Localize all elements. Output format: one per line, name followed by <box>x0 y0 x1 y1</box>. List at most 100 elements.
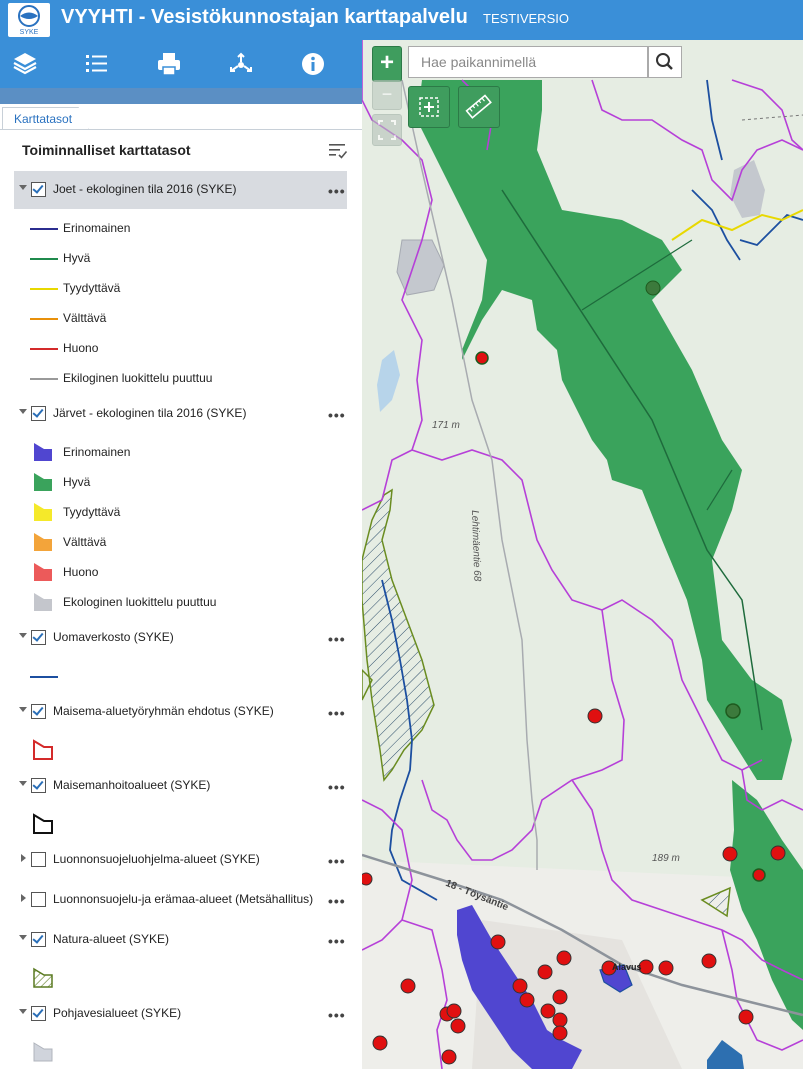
layers-icon[interactable] <box>9 48 41 80</box>
layer-options-button[interactable]: ••• <box>328 407 346 423</box>
layer-checkbox[interactable] <box>31 704 46 719</box>
layer-checkbox[interactable] <box>31 852 46 867</box>
layer-checkbox[interactable] <box>31 406 46 421</box>
draw-tool-button[interactable] <box>408 86 450 128</box>
legend-label: Tyydyttävä <box>63 505 121 519</box>
elevation-label: 189 m <box>652 853 680 864</box>
legend-line-swatch <box>30 258 58 260</box>
section-title: Toiminnalliset karttatasot <box>22 142 191 158</box>
layer-options-button[interactable]: ••• <box>328 631 346 647</box>
layer-row-maisemanhoito[interactable]: Maisemanhoitoalueet (SYKE) ••• <box>14 767 347 805</box>
expand-arrow[interactable] <box>21 854 26 862</box>
layer-name: Luonnonsuojelu-ja erämaa-alueet (Metsäha… <box>53 892 314 906</box>
zoom-in-label: + <box>379 49 394 76</box>
layer-checkbox[interactable] <box>31 1006 46 1021</box>
legend-line-swatch <box>30 318 58 320</box>
grey-polygon-icon <box>33 1042 53 1062</box>
legend-label: Hyvä <box>63 475 91 489</box>
collapse-arrow[interactable] <box>19 707 27 712</box>
collapse-arrow[interactable] <box>19 185 27 190</box>
collapse-arrow[interactable] <box>19 935 27 940</box>
layer-row-pohjavesialueet[interactable]: Pohjavesialueet (SYKE) ••• <box>14 995 347 1033</box>
red-outline-polygon-icon <box>33 739 53 760</box>
panel-toolbar <box>0 40 362 88</box>
elevation-label: 171 m <box>432 420 460 431</box>
layer-options-button[interactable]: ••• <box>328 183 346 199</box>
share-icon[interactable] <box>225 48 257 80</box>
legend-label: Tyydyttävä <box>63 281 121 295</box>
ruler-icon <box>465 94 492 119</box>
tab-karttatasot[interactable]: Karttatasot <box>2 107 90 130</box>
layer-name: Pohjavesialueet (SYKE) <box>53 1006 182 1020</box>
print-icon[interactable] <box>153 48 185 80</box>
layer-options-button[interactable]: ••• <box>328 933 346 949</box>
tab-underline <box>0 129 362 130</box>
layer-row-uomaverkosto[interactable]: Uomaverkosto (SYKE) ••• <box>14 619 347 657</box>
syke-logo: SYKE <box>8 3 50 37</box>
fullscreen-button[interactable] <box>372 114 402 146</box>
search-input[interactable] <box>409 47 649 77</box>
legend-line-swatch <box>30 676 58 678</box>
legend-label: Ekologinen luokittelu puuttuu <box>63 595 217 609</box>
layer-name: Maisema-aluetyöryhmän ehdotus (SYKE) <box>53 704 274 718</box>
expand-arrow[interactable] <box>21 894 26 902</box>
legend-polygon-swatch <box>34 443 52 461</box>
legend-label: Välttävä <box>63 311 107 325</box>
list-icon[interactable] <box>80 48 112 80</box>
legend-polygon-swatch <box>34 503 52 521</box>
legend-polygon-swatch <box>34 473 52 491</box>
legend-label: Erinomainen <box>63 221 131 235</box>
collapse-arrow[interactable] <box>19 781 27 786</box>
legend-polygon-swatch <box>34 563 52 581</box>
draw-icon <box>419 97 439 117</box>
fullscreen-icon <box>378 120 396 140</box>
zoom-in-button[interactable]: + <box>372 46 402 82</box>
layer-options-button[interactable]: ••• <box>328 779 346 795</box>
legend-label: Välttävä <box>63 535 107 549</box>
collapse-arrow[interactable] <box>19 409 27 414</box>
layer-options-button[interactable]: ••• <box>328 705 346 721</box>
black-outline-polygon-icon <box>33 813 53 834</box>
legend-line-swatch <box>30 288 58 290</box>
layer-checkbox[interactable] <box>31 778 46 793</box>
layer-row-luonnonsuojeluohjelma[interactable]: Luonnonsuojeluohjelma-alueet (SYKE) ••• <box>14 841 347 879</box>
layer-checkbox[interactable] <box>31 932 46 947</box>
layer-checkbox[interactable] <box>31 892 46 907</box>
search-button[interactable] <box>648 46 682 78</box>
measure-tool-button[interactable] <box>458 86 500 128</box>
test-version-badge: TESTIVERSIO <box>483 11 569 26</box>
layer-row-natura[interactable]: Natura-alueet (SYKE) ••• <box>14 921 347 959</box>
filter-list-icon[interactable] <box>328 141 348 161</box>
legend-polygon-swatch <box>34 533 52 551</box>
search-box <box>408 46 649 78</box>
layer-options-button[interactable]: ••• <box>328 1007 346 1023</box>
layer-checkbox[interactable] <box>31 182 46 197</box>
collapse-arrow[interactable] <box>19 633 27 638</box>
app-header: SYKE VYYHTI - Vesistökunnostajan karttap… <box>0 0 803 40</box>
layer-row-joet[interactable]: Joet - ekologinen tila 2016 (SYKE) ••• <box>14 171 347 209</box>
legend-label: Hyvä <box>63 251 91 265</box>
zoom-out-label: − <box>381 84 393 104</box>
info-icon[interactable] <box>297 48 329 80</box>
legend-label: Huono <box>63 341 99 355</box>
toolbar-divider <box>0 88 362 104</box>
layer-name: Uomaverkosto (SYKE) <box>53 630 174 644</box>
layer-options-button[interactable]: ••• <box>328 853 346 869</box>
layer-name: Luonnonsuojeluohjelma-alueet (SYKE) <box>53 852 260 866</box>
legend-label: Ekiloginen luokittelu puuttuu <box>63 371 213 385</box>
legend-line-swatch <box>30 378 58 380</box>
legend-line-swatch <box>30 228 58 230</box>
collapse-arrow[interactable] <box>19 1009 27 1014</box>
layer-name: Natura-alueet (SYKE) <box>53 932 170 946</box>
legend-label: Erinomainen <box>63 445 131 459</box>
search-icon <box>656 53 673 70</box>
svg-text:SYKE: SYKE <box>20 29 39 36</box>
map-view[interactable]: 171 m 189 m Lehtimäentie 68 18 - Töysänt… <box>362 40 803 1069</box>
zoom-out-button[interactable]: − <box>372 80 402 110</box>
layer-row-jarvet[interactable]: Järvet - ekologinen tila 2016 (SYKE) ••• <box>14 395 347 433</box>
layer-row-luonnonsuojelu-eramaa[interactable]: Luonnonsuojelu-ja erämaa-alueet (Metsäha… <box>14 881 347 919</box>
layer-row-maisema-ehdotus[interactable]: Maisema-aluetyöryhmän ehdotus (SYKE) ••• <box>14 693 347 731</box>
layer-options-button[interactable]: ••• <box>328 893 346 909</box>
layer-checkbox[interactable] <box>31 630 46 645</box>
app-title: VYYHTI - Vesistökunnostajan karttapalvel… <box>61 6 468 28</box>
